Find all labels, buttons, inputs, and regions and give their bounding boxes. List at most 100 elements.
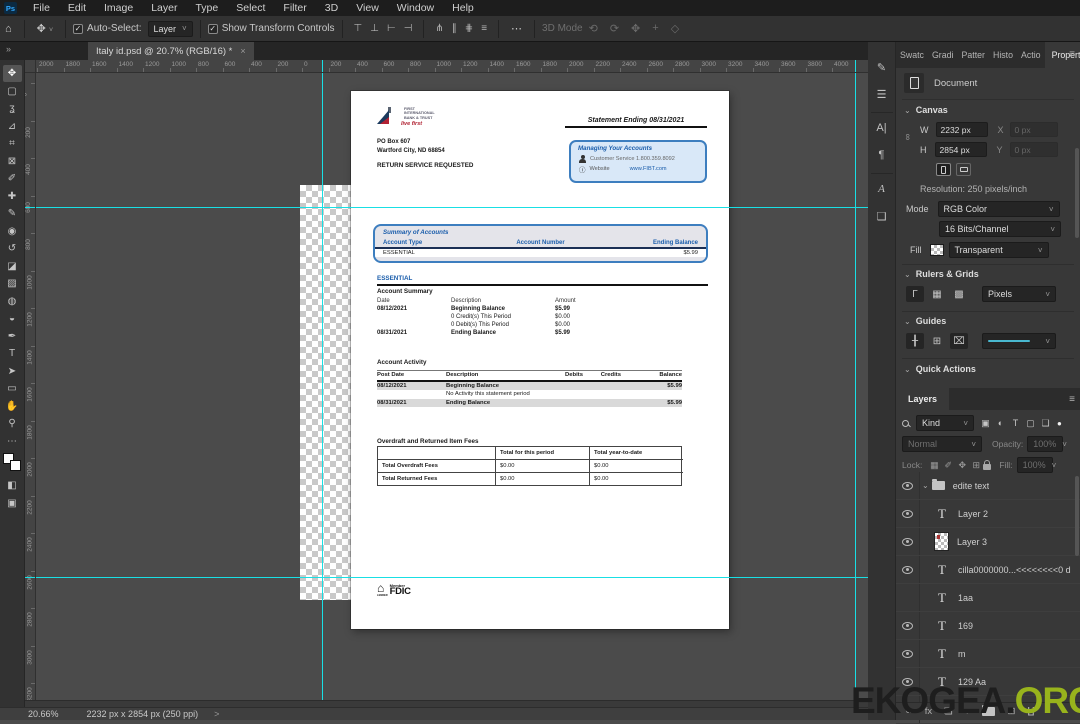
shape-tool[interactable]: ▭ [3,380,22,397]
layer-visibility-toggle[interactable] [896,612,920,639]
edit-toolbar-button[interactable]: ⋯ [3,433,22,450]
paragraph-panel-icon[interactable]: ¶ [870,143,894,167]
filter-smart-objects-icon[interactable]: ❑ [1038,418,1053,429]
quick-mask-button[interactable]: ◧ [3,477,22,494]
guide-vertical-1[interactable] [322,73,323,700]
filter-type-layers-icon[interactable]: T [1008,418,1023,429]
hand-tool[interactable]: ✋ [3,398,22,415]
menu-type[interactable]: Type [186,0,227,16]
guide-horizontal-2[interactable] [36,577,868,578]
lock-artboard-icon[interactable]: ⊞ [969,460,983,471]
lock-all-icon[interactable] [983,459,992,470]
ruler-toggle-icon[interactable]: Γ [906,286,924,302]
layer-row[interactable]: Tcilla0000000...<<<<<<<<0 d [896,556,1080,584]
layers-panel-menu-icon[interactable]: ≡ [1069,394,1075,405]
collapse-toolbar-icon[interactable]: » [6,44,11,54]
rulers-grids-chevron-icon[interactable]: ⌄ [904,270,911,279]
guide-horizontal-1[interactable] [36,207,868,208]
show-transform-checkbox[interactable]: ✓ [207,23,218,34]
guides-chevron-icon[interactable]: ⌄ [904,317,911,326]
grid-snap-icon[interactable]: ▩ [950,286,968,302]
tab-actio[interactable]: Actio [1017,42,1045,68]
blur-tool[interactable]: ◍ [3,293,22,310]
layer-row[interactable]: Layer 3 [896,528,1080,556]
layer-row[interactable]: ⌄ edite text [896,472,1080,500]
layer-row[interactable]: T 169 [896,612,1080,640]
lock-guides-icon[interactable]: ⊞ [928,333,946,349]
lock-image-icon[interactable]: ✐ [941,460,955,471]
menu-select[interactable]: Select [227,0,274,16]
clone-stamp-tool[interactable]: ◉ [3,223,22,240]
new-guide-icon[interactable]: ╂ [906,333,924,349]
history-brush-tool[interactable]: ↺ [3,240,22,257]
link-dimensions-icon[interactable]: ∞ [903,134,913,140]
quick-actions-chevron-icon[interactable]: ⌄ [904,365,911,374]
filter-pixel-layers-icon[interactable]: ▣ [978,418,993,429]
menu-image[interactable]: Image [95,0,142,16]
move-tool-preset-icon[interactable]: ✥ ˅ [32,22,58,35]
align-icon-3[interactable]: ⊣ [400,23,417,34]
menu-layer[interactable]: Layer [142,0,186,16]
menu-file[interactable]: File [24,0,59,16]
menu-edit[interactable]: Edit [59,0,95,16]
close-tab-icon[interactable]: × [240,46,245,56]
ruler-units-dropdown[interactable]: Pixels ˅ [982,286,1056,302]
layer-visibility-toggle[interactable] [896,556,920,583]
more-options-icon[interactable]: ⋯ [506,22,527,35]
fill-dropdown[interactable]: Transparent ˅ [948,242,1049,258]
status-chevron-icon[interactable]: > [214,709,219,719]
fill-swatch[interactable] [929,244,944,256]
dodge-tool[interactable]: ◒ [3,310,22,327]
guide-style-dropdown[interactable]: ˅ [982,333,1056,349]
statement-document-canvas[interactable]: FIRST INTERNATIONAL BANK & TRUST live firs… [351,91,729,629]
home-icon[interactable]: ⌂ [0,23,17,35]
height-input[interactable]: 2854 px [934,142,987,157]
frame-tool[interactable]: ⊠ [3,153,22,170]
tab-layers[interactable]: Layers [896,388,950,410]
lock-position-icon[interactable]: ✥ [955,460,969,471]
panel-menu-icon[interactable]: ≡ [1069,49,1075,60]
menu-3d[interactable]: 3D [316,0,347,16]
menu-help[interactable]: Help [443,0,483,16]
background-color-swatch[interactable] [10,460,21,471]
zoom-tool[interactable]: ⚲ [3,415,22,432]
pen-tool[interactable]: ✒ [3,328,22,345]
brushes-panel-icon[interactable]: ☰ [870,82,894,106]
clear-guides-icon[interactable]: ⌧ [950,333,968,349]
foreground-background-swatches[interactable] [3,453,21,471]
3d-panel-icon[interactable]: ❑ [870,204,894,228]
tab-swatc[interactable]: Swatc [896,42,928,68]
bit-depth-dropdown[interactable]: 16 Bits/Channel ˅ [939,221,1061,237]
align-icon-2[interactable]: ⊢ [383,23,400,34]
type-tool[interactable]: T [3,345,22,362]
landscape-orientation-button[interactable] [956,163,971,176]
screen-mode-button[interactable]: ▣ [3,495,22,512]
align-icon-0[interactable]: ⊤ [350,23,367,34]
zoom-level[interactable]: 20.66% [28,709,59,719]
align-icon-1[interactable]: ⊥ [366,23,383,34]
color-mode-dropdown[interactable]: RGB Color ˅ [937,201,1060,217]
layer-visibility-toggle[interactable] [896,640,920,667]
menu-filter[interactable]: Filter [274,0,315,16]
document-viewport[interactable]: FIRST INTERNATIONAL BANK & TRUST live firs… [36,73,868,700]
layer-visibility-toggle[interactable] [896,472,920,499]
tab-patter[interactable]: Patter [957,42,988,68]
guide-vertical-2[interactable] [855,73,856,700]
glyphs-panel-icon[interactable]: A [870,177,894,201]
eyedropper-tool[interactable]: ✐ [3,170,22,187]
character-panel-icon[interactable]: A| [870,116,894,140]
layers-scrollbar[interactable] [1075,476,1079,556]
object-selection-tool[interactable]: ⊿ [3,118,22,135]
layer-row[interactable]: T Layer 2 [896,500,1080,528]
properties-scrollbar[interactable] [1075,148,1079,238]
horizontal-scrollbar[interactable] [25,700,868,707]
group-expand-chevron-icon[interactable]: ⌄ [922,481,929,490]
canvas-section-chevron-icon[interactable]: ⌄ [904,106,911,115]
distribute-icon-0[interactable]: ⋔ [431,23,447,34]
horizontal-ruler[interactable]: 2000 1800 1600 1400 1200 1000 800 600 400 200 0 200… [36,60,868,73]
move-tool[interactable]: ✥ [2,65,22,82]
lasso-tool[interactable]: ʓ [3,100,22,117]
menu-window[interactable]: Window [388,0,443,16]
layer-filter-kind-dropdown[interactable]: Kind ˅ [916,415,974,431]
auto-select-checkbox[interactable]: ✓ [73,23,84,34]
